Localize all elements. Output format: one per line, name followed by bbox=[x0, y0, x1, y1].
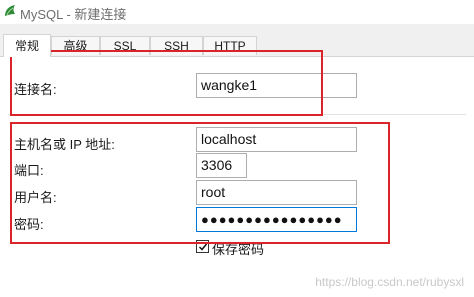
username-input[interactable]: root bbox=[196, 180, 357, 205]
watermark: https://blog.csdn.net/rubysxl bbox=[315, 275, 464, 289]
port-label: 端口: bbox=[14, 163, 44, 178]
password-input[interactable]: ●●●●●●●●●●●●●●●● bbox=[196, 207, 357, 232]
username-label: 用户名: bbox=[14, 190, 57, 205]
checkmark-icon bbox=[198, 243, 208, 251]
tab-ssl[interactable]: SSL bbox=[100, 36, 150, 55]
tab-ssh[interactable]: SSH bbox=[150, 36, 203, 55]
port-input[interactable]: 3306 bbox=[196, 153, 247, 178]
tab-general[interactable]: 常规 bbox=[3, 34, 51, 57]
tab-http[interactable]: HTTP bbox=[203, 36, 257, 55]
section-divider bbox=[8, 114, 466, 115]
save-password-checkbox[interactable] bbox=[196, 240, 209, 253]
password-label: 密码: bbox=[14, 217, 44, 232]
host-input[interactable]: localhost bbox=[196, 127, 357, 152]
connection-name-input[interactable]: wangke1 bbox=[196, 73, 357, 98]
connection-dialog: 常规 高级 SSL SSH HTTP 连接名: wangke1 主机名或 IP … bbox=[0, 24, 474, 297]
tab-advanced[interactable]: 高级 bbox=[51, 36, 100, 55]
general-tab-panel: 连接名: wangke1 主机名或 IP 地址: localhost 端口: 3… bbox=[0, 56, 474, 297]
window-title: MySQL - 新建连接 bbox=[20, 7, 127, 22]
host-label: 主机名或 IP 地址: bbox=[14, 137, 115, 152]
connection-name-label: 连接名: bbox=[14, 82, 57, 97]
save-password-label: 保存密码 bbox=[212, 242, 265, 257]
title-bar: MySQL - 新建连接 bbox=[0, 0, 474, 25]
tab-bar: 常规 高级 SSL SSH HTTP bbox=[0, 34, 474, 57]
mysql-dolphin-icon bbox=[3, 4, 17, 18]
